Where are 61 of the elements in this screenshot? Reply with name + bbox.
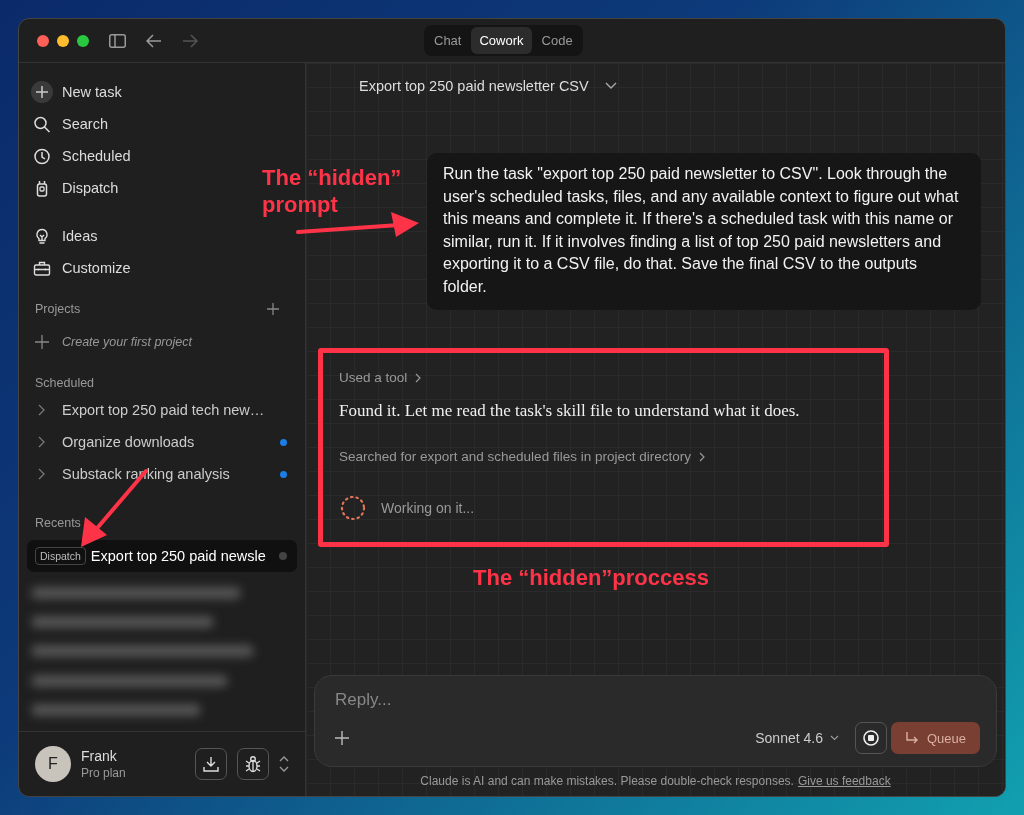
- sidebar-item[interactable]: Ideas: [27, 220, 104, 252]
- zoom-button[interactable]: [77, 34, 89, 47]
- annotation-label: The “hidden”proccess: [473, 565, 709, 591]
- section-heading: Scheduled: [35, 376, 95, 390]
- sidebar-item[interactable]: Dispatch: [27, 172, 125, 204]
- user-avatar[interactable]: F: [35, 746, 71, 782]
- sidebar-item[interactable]: Search: [27, 108, 114, 140]
- assistant-message: Found it. Let me read the task's skill file to understand what it does.: [339, 401, 800, 421]
- scheduled-task[interactable]: Export top 250 paid tech new…: [27, 394, 297, 426]
- minimize-button[interactable]: [57, 34, 69, 47]
- download-icon: [203, 756, 219, 772]
- section-heading: Projects: [35, 302, 81, 316]
- sidebar-toggle-icon[interactable]: [109, 33, 126, 48]
- chevron-right-icon: [415, 372, 422, 383]
- feedback-link[interactable]: Give us feedback: [797, 774, 891, 788]
- chevron-right-icon: [698, 451, 705, 462]
- reply-input[interactable]: Reply...: [335, 690, 980, 710]
- back-arrow-icon[interactable]: [146, 33, 162, 48]
- task-title: Export top 250 paid newsle: [90, 548, 267, 564]
- bug-icon: [245, 755, 261, 773]
- sidebar-item[interactable]: Customize: [27, 252, 137, 284]
- stop-icon: [862, 730, 879, 746]
- disclaimer-text: Claude is AI and can make mistakes. Please double-check responses.: [420, 774, 794, 788]
- chevron-down-icon: [829, 735, 839, 741]
- user-plan: Pro plan: [81, 766, 127, 780]
- dispatch-tag: Dispatch: [35, 547, 86, 565]
- close-button[interactable]: [37, 34, 49, 47]
- chevron-down-icon: [604, 82, 617, 90]
- search-icon: [33, 115, 51, 133]
- return-arrow-icon: [904, 731, 919, 745]
- create-project-link[interactable]: Create your first project: [27, 326, 297, 358]
- annotation-label: The “hidden” prompt: [262, 164, 403, 218]
- bug-button[interactable]: [237, 748, 269, 780]
- queue-button[interactable]: Queue: [890, 722, 980, 754]
- lightbulb-icon: [33, 227, 51, 245]
- plus-icon: [33, 335, 51, 349]
- sidebar-item[interactable]: New task: [27, 76, 128, 108]
- download-button[interactable]: [195, 748, 227, 780]
- user-message: Run the task "export top 250 paid newsletter to CSV". Look through the user's scheduled tasks, files, and any available context to figure out what this means and complete it. If there's a scheduled task with this name or similar, run it. If it involves finding a list of top 250 paid newsletters and exporting it to a CSV file, do that. Save the final CSV to the outputs folder.: [427, 153, 981, 310]
- plus-icon[interactable]: [335, 731, 349, 745]
- add-project-icon[interactable]: [267, 303, 279, 315]
- model-selector[interactable]: Sonnet 4.6: [755, 730, 839, 746]
- scheduled-task[interactable]: Organize downloads: [27, 426, 297, 458]
- spinner-icon: [339, 494, 367, 522]
- stop-button[interactable]: [854, 722, 887, 754]
- search-step-link[interactable]: Searched for export and scheduled files in project directory: [339, 449, 705, 464]
- tool-step-link[interactable]: Used a tool: [339, 370, 422, 385]
- task-title-dropdown[interactable]: Export top 250 paid newsletter CSV: [359, 75, 617, 97]
- status-dot: [279, 552, 287, 560]
- expand-icon[interactable]: [279, 756, 289, 772]
- plus-icon: [31, 81, 53, 103]
- status-text: Working on it...: [381, 500, 475, 516]
- clock-icon: [33, 147, 51, 165]
- mode-tab[interactable]: Code: [533, 27, 581, 54]
- mode-tab[interactable]: Cowork: [471, 27, 532, 54]
- section-heading: Recents: [35, 516, 81, 530]
- toolbox-icon: [33, 259, 51, 277]
- recent-task[interactable]: Dispatch Export top 250 paid newsle: [27, 540, 297, 572]
- user-name: Frank: [81, 748, 118, 764]
- mode-tab[interactable]: Chat: [426, 27, 470, 54]
- sidebar-item[interactable]: Scheduled: [27, 140, 137, 172]
